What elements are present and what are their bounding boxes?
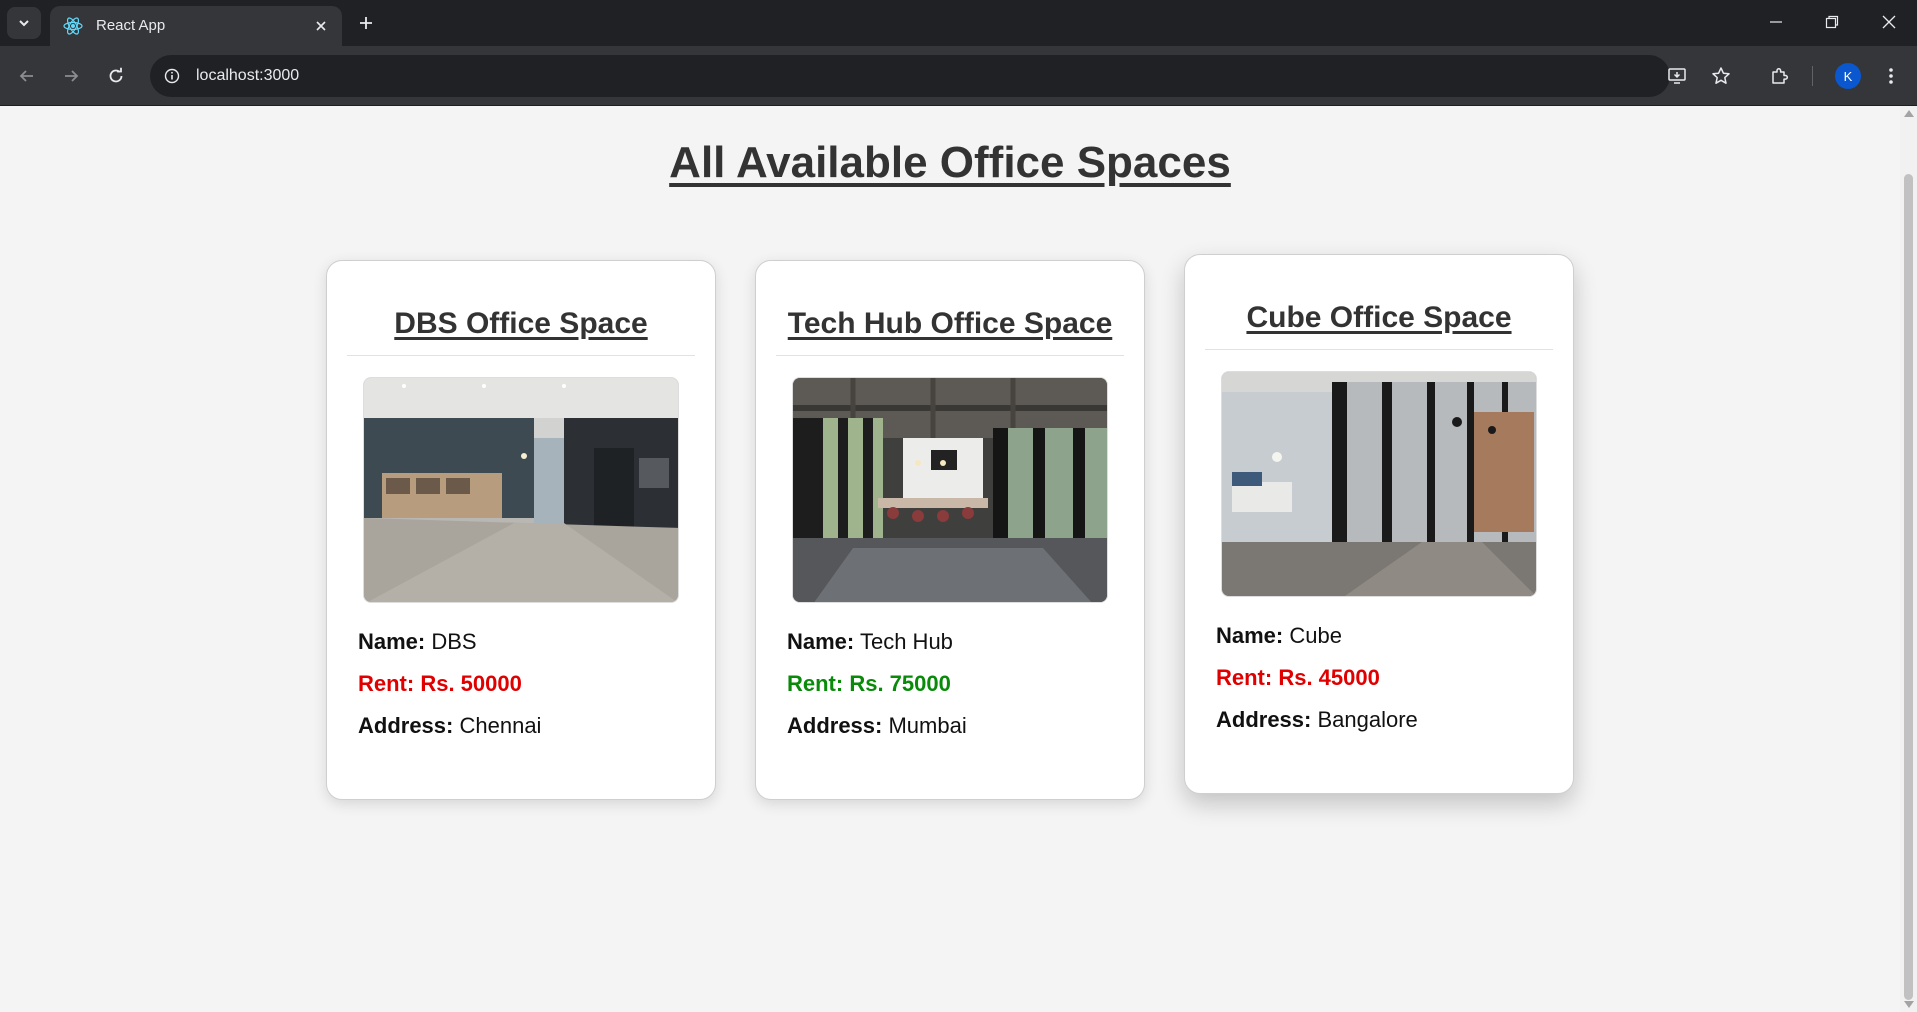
browser-tab-strip: React App <box>0 0 1917 46</box>
scroll-down-arrow[interactable] <box>1904 1001 1914 1008</box>
browser-toolbar: localhost:3000 K <box>0 46 1917 106</box>
menu-button[interactable] <box>1877 62 1905 90</box>
office-address-value: Chennai <box>459 713 542 738</box>
name-label: Name: <box>358 629 426 654</box>
address-bar[interactable]: localhost:3000 <box>150 55 1730 97</box>
office-name-value: DBS <box>431 629 477 654</box>
card-divider <box>776 355 1124 356</box>
card-divider <box>1205 349 1553 350</box>
office-rent: Rent: Rs. 45000 <box>1216 665 1380 690</box>
office-name-row: Name: Tech Hub <box>787 629 953 655</box>
office-card-cube: Cube Office Space Name: Cube Rent: Rs. 4… <box>1184 254 1574 794</box>
browser-tab[interactable]: React App <box>50 6 342 46</box>
tab-search-button[interactable] <box>7 7 41 39</box>
plus-icon <box>360 17 372 29</box>
url-text: localhost:3000 <box>196 67 300 84</box>
office-card-title: DBS Office Space <box>394 307 648 340</box>
page-viewport: All Available Office Spaces DBS Office S… <box>0 106 1900 1012</box>
scroll-up-arrow[interactable] <box>1904 110 1914 117</box>
address-label: Address: <box>787 713 883 738</box>
site-info-button[interactable] <box>158 62 186 90</box>
office-address-row: Address: Chennai <box>358 713 541 739</box>
more-vertical-icon <box>1889 68 1893 84</box>
forward-button[interactable] <box>57 62 85 90</box>
extensions-button[interactable] <box>1766 62 1794 90</box>
office-card-tech-hub: Tech Hub Office Space Name: Tech Hub Ren… <box>755 260 1145 800</box>
minimize-button[interactable] <box>1748 0 1804 44</box>
office-rent: Rent: Rs. 50000 <box>358 671 522 696</box>
info-icon <box>164 68 180 84</box>
office-address-value: Mumbai <box>888 713 967 738</box>
page-title: All Available Office Spaces <box>669 138 1231 187</box>
office-address-row: Address: Bangalore <box>1216 707 1418 733</box>
office-card-dbs: DBS Office Space Name: DBS Rent: Rs. 500… <box>326 260 716 800</box>
close-icon <box>1882 15 1896 29</box>
page-scrollbar[interactable] <box>1900 106 1917 1012</box>
office-rent: Rent: Rs. 75000 <box>787 671 951 696</box>
office-name-row: Name: DBS <box>358 629 477 655</box>
restore-icon <box>1825 15 1839 29</box>
arrow-right-icon <box>65 70 79 82</box>
office-card-title: Tech Hub Office Space <box>787 307 1113 340</box>
close-window-button[interactable] <box>1861 0 1917 44</box>
address-label: Address: <box>358 713 454 738</box>
chevron-down-icon <box>19 20 29 27</box>
office-name-value: Tech Hub <box>859 629 953 654</box>
new-tab-button[interactable] <box>352 9 380 37</box>
star-icon <box>1712 67 1730 84</box>
office-image-dbs <box>363 377 679 603</box>
office-address-value: Bangalore <box>1317 707 1418 732</box>
card-divider <box>347 355 695 356</box>
puzzle-icon <box>1772 67 1789 84</box>
minimize-icon <box>1770 21 1782 23</box>
reload-button[interactable] <box>102 62 130 90</box>
name-label: Name: <box>787 629 855 654</box>
office-card-title: Cube Office Space <box>1246 301 1512 334</box>
close-icon <box>316 21 326 31</box>
tab-title: React App <box>96 17 166 34</box>
scrollbar-thumb[interactable] <box>1904 174 1913 1000</box>
back-button[interactable] <box>13 62 41 90</box>
address-label: Address: <box>1216 707 1312 732</box>
office-image-tech-hub <box>792 377 1108 603</box>
profile-avatar[interactable]: K <box>1835 63 1861 89</box>
react-logo-icon <box>63 17 83 35</box>
install-icon <box>1668 68 1686 84</box>
office-name-row: Name: Cube <box>1216 623 1342 649</box>
install-app-button[interactable] <box>1664 63 1690 89</box>
reload-icon <box>109 67 123 83</box>
arrow-left-icon <box>19 70 33 82</box>
toolbar-separator <box>1812 66 1813 86</box>
office-name-value: Cube <box>1289 623 1342 648</box>
office-address-row: Address: Mumbai <box>787 713 967 739</box>
office-image-cube <box>1221 371 1537 597</box>
name-label: Name: <box>1216 623 1284 648</box>
tab-close-button[interactable] <box>310 15 332 37</box>
bookmark-button[interactable] <box>1708 63 1734 89</box>
restore-button[interactable] <box>1804 0 1860 44</box>
